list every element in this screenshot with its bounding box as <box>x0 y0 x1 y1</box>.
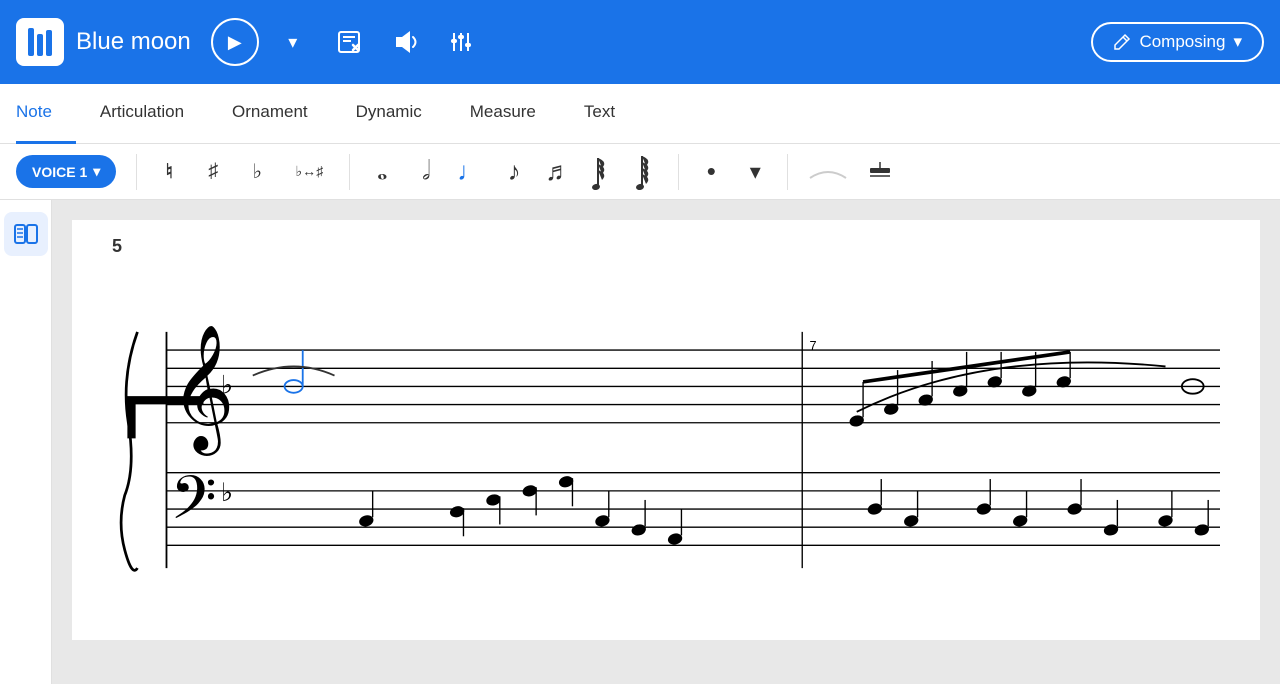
sharp-button[interactable]: ♯ <box>193 152 233 192</box>
dot-dropdown-chevron: ▾ <box>750 159 761 185</box>
voice-chevron: ▾ <box>93 163 100 180</box>
whole-note-symbol: 𝅝 <box>377 156 387 187</box>
svg-text:♭: ♭ <box>221 372 233 400</box>
logo-graphic <box>28 28 52 56</box>
logo-line-3 <box>46 30 52 56</box>
composing-button[interactable]: Composing ▾ <box>1091 22 1264 62</box>
thirtysecond-note-icon <box>592 154 612 190</box>
eighth-note-button[interactable]: ♪ <box>494 152 534 192</box>
rest-icon <box>866 158 894 186</box>
eighth-note-symbol: ♪ <box>508 157 521 187</box>
tab-bar: Note Articulation Ornament Dynamic Measu… <box>0 84 1280 144</box>
sixteenth-note-button[interactable]: ♬ <box>538 152 578 192</box>
logo-line-2 <box>37 34 43 56</box>
dot-button[interactable]: • <box>691 152 731 192</box>
svg-text:7: 7 <box>809 338 816 353</box>
flat-symbol: ♭ <box>253 159 262 184</box>
tab-note[interactable]: Note <box>16 84 76 144</box>
rest-button[interactable] <box>860 152 900 192</box>
sixtyfourth-note-button[interactable] <box>626 152 666 192</box>
quarter-note-symbol: ♩ <box>457 157 483 187</box>
note-toolbar: VOICE 1 ▾ ♮ ♯ ♭ ♭↔♯ 𝅝 𝅗𝅥 ♩ ♪ ♬ <box>0 144 1280 200</box>
app-logo <box>16 18 64 66</box>
separator-4 <box>787 154 788 190</box>
logo-line-1 <box>28 28 34 56</box>
natural-button[interactable]: ♮ <box>149 152 189 192</box>
sharp-symbol: ♯ <box>208 160 218 183</box>
sidebar-toggle <box>0 200 52 684</box>
tab-measure[interactable]: Measure <box>446 84 560 144</box>
measure-number: 5 <box>112 236 122 257</box>
tie-icon <box>808 162 848 182</box>
dot-dropdown-button[interactable]: ▾ <box>735 152 775 192</box>
panel-toggle-button[interactable] <box>4 212 48 256</box>
tab-dynamic[interactable]: Dynamic <box>332 84 446 144</box>
mixer-icon <box>448 29 474 55</box>
dropdown-button[interactable]: ▾ <box>271 20 315 64</box>
toggle-accidental-button[interactable]: ♭↔♯ <box>281 152 337 192</box>
audio-button[interactable] <box>383 20 427 64</box>
play-button[interactable]: ▶ <box>211 18 259 66</box>
document-title: Blue moon <box>76 28 191 56</box>
composing-chevron: ▾ <box>1233 32 1242 52</box>
half-note-button[interactable]: 𝅗𝅥 <box>406 152 446 192</box>
toggle-accidental-symbol: ♭↔♯ <box>295 163 323 180</box>
tab-ornament[interactable]: Ornament <box>208 84 332 144</box>
voice-label: VOICE 1 <box>32 164 87 180</box>
half-note-symbol: 𝅗𝅥 <box>422 156 430 187</box>
sixtyfourth-note-icon <box>636 154 656 190</box>
composing-label: Composing <box>1139 32 1225 52</box>
quarter-note-button[interactable]: ♩ <box>450 152 490 192</box>
thirtysecond-note-button[interactable] <box>582 152 622 192</box>
sixteenth-note-symbol: ♬ <box>545 157 571 187</box>
whole-note-button[interactable]: 𝅝 <box>362 152 402 192</box>
staff-svg: ⌐ 𝄞 ♭ <box>112 280 1220 620</box>
natural-symbol: ♮ <box>166 159 173 184</box>
stop-edit-icon <box>336 29 362 55</box>
tab-text[interactable]: Text <box>560 84 639 144</box>
tab-articulation[interactable]: Articulation <box>76 84 208 144</box>
separator-1 <box>136 154 137 190</box>
dot-symbol: • <box>707 156 716 187</box>
svg-text:𝄢: 𝄢 <box>170 465 217 546</box>
tie-button[interactable] <box>800 152 856 192</box>
music-notation: ⌐ 𝄞 ♭ <box>112 280 1220 620</box>
separator-2 <box>349 154 350 190</box>
app-header: Blue moon ▶ ▾ Composing <box>0 0 1280 84</box>
audio-icon <box>392 29 418 55</box>
panel-toggle-icon <box>13 221 39 247</box>
score-area: 5 ⌐ 𝄞 ♭ <box>52 200 1280 684</box>
mixer-button[interactable] <box>439 20 483 64</box>
voice-selector[interactable]: VOICE 1 ▾ <box>16 155 116 188</box>
flat-button[interactable]: ♭ <box>237 152 277 192</box>
separator-3 <box>678 154 679 190</box>
panel-area: 5 ⌐ 𝄞 ♭ <box>0 200 1280 684</box>
pencil-icon <box>1113 33 1131 51</box>
stop-edit-button[interactable] <box>327 20 371 64</box>
svg-text:♭: ♭ <box>221 479 233 507</box>
score-sheet: 5 ⌐ 𝄞 ♭ <box>72 220 1260 640</box>
